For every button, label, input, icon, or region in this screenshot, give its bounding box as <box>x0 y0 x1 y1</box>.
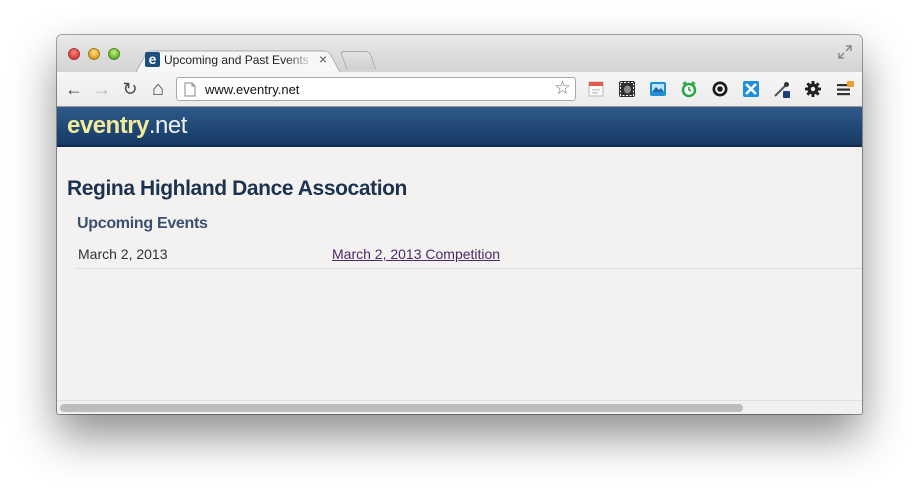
browser-window: e Upcoming and Past Events - eventry.net… <box>57 35 862 414</box>
alarm-icon[interactable] <box>680 80 698 98</box>
eventry-favicon-icon: e <box>145 52 160 67</box>
new-tab-button[interactable] <box>339 51 377 69</box>
section-title: Upcoming Events <box>77 215 208 232</box>
event-date: March 2, 2013 <box>78 246 168 262</box>
menu-icon[interactable] <box>836 80 854 98</box>
evernote-icon[interactable] <box>618 80 636 98</box>
event-row: March 2, 2013 March 2, 2013 Competition <box>77 242 862 269</box>
bookmark-star-icon[interactable]: ☆ <box>554 79 571 99</box>
reload-button[interactable]: ↻ <box>120 79 140 99</box>
zoom-window-button[interactable] <box>108 48 120 60</box>
tab-strip: e Upcoming and Past Events - eventry.net… <box>57 35 862 73</box>
minimize-window-button[interactable] <box>88 48 100 60</box>
back-button[interactable]: ← <box>64 79 84 99</box>
event-link[interactable]: March 2, 2013 Competition <box>332 246 500 262</box>
tab-close-icon[interactable]: × <box>319 51 327 67</box>
fullscreen-icon[interactable] <box>838 45 852 59</box>
close-window-button[interactable] <box>68 48 80 60</box>
site-logo[interactable]: eventry.net <box>67 112 187 140</box>
tab-upcoming-events[interactable]: e Upcoming and Past Events - eventry.net… <box>135 47 341 73</box>
browser-toolbar: ← → ↻ ⌂ www.eventry.net ☆ <box>57 72 862 107</box>
pipette-icon[interactable] <box>773 80 791 98</box>
settings-circle-icon[interactable] <box>711 80 729 98</box>
page-icon <box>184 82 196 97</box>
forward-button[interactable]: → <box>92 79 112 99</box>
address-bar[interactable]: www.eventry.net ☆ <box>176 77 576 101</box>
site-header: eventry.net <box>57 107 862 147</box>
xmarks-icon[interactable] <box>742 80 760 98</box>
url-text: www.eventry.net <box>205 82 300 97</box>
gear-icon[interactable] <box>804 80 822 98</box>
page-title: Regina Highland Dance Assocation <box>67 177 407 200</box>
screenshot-icon[interactable] <box>649 80 667 98</box>
home-button[interactable]: ⌂ <box>148 79 168 99</box>
page-content: Regina Highland Dance Assocation Upcomin… <box>57 147 862 400</box>
calendar-icon[interactable] <box>587 80 605 98</box>
scrollbar-thumb[interactable] <box>60 404 743 412</box>
horizontal-scrollbar[interactable] <box>57 400 862 414</box>
